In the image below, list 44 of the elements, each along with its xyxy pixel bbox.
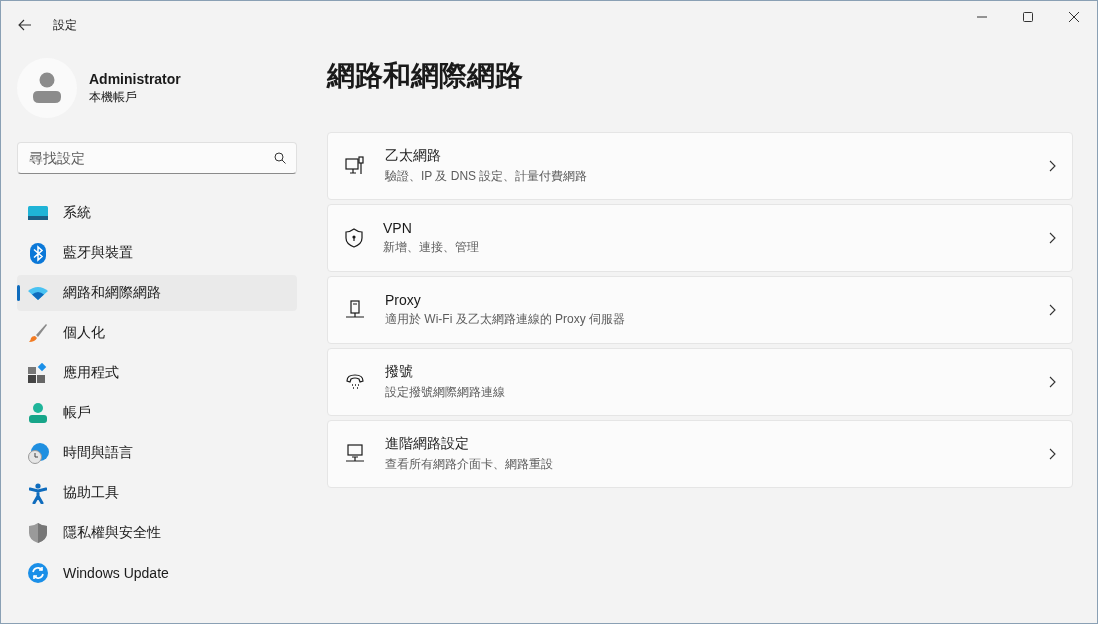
chevron-icon — [1049, 448, 1056, 460]
sidebar-item[interactable]: Windows Update — [17, 555, 297, 591]
server-icon — [345, 300, 365, 320]
chevron-icon — [1049, 232, 1056, 244]
back-arrow-icon — [18, 19, 32, 31]
sidebar-item[interactable]: 系統 — [17, 195, 297, 231]
person-icon — [29, 403, 47, 423]
accessibility-icon — [29, 482, 47, 504]
sidebar-item[interactable]: 協助工具 — [17, 475, 297, 511]
network-computer-icon — [345, 444, 365, 464]
page-title: 網路和網際網路 — [327, 59, 524, 93]
maximize-icon — [1023, 12, 1033, 22]
sidebar-item[interactable]: 帳戶 — [17, 395, 297, 431]
computer-icon — [345, 156, 365, 176]
sidebar-item[interactable]: 時間與語言 — [17, 435, 297, 471]
account-name: Administrator — [89, 70, 181, 87]
phone-icon — [345, 373, 365, 391]
chevron-icon — [1049, 160, 1056, 172]
close-icon — [1069, 12, 1079, 22]
settings-card[interactable]: Proxy 適用於 Wi-Fi 及乙太網路連線的 Proxy 伺服器 — [327, 276, 1073, 344]
shield-icon — [345, 228, 363, 248]
sidebar-item[interactable]: 應用程式 — [17, 355, 297, 391]
monitor-icon — [28, 206, 48, 220]
settings-card[interactable]: VPN 新增、連接、管理 — [327, 204, 1073, 272]
chevron-icon — [1049, 376, 1056, 388]
chevron-icon — [1049, 304, 1056, 316]
apps-icon — [28, 363, 48, 383]
account-type: 本機帳戶 — [89, 88, 138, 106]
sidebar-item[interactable]: 個人化 — [17, 315, 297, 351]
sidebar-item[interactable]: 隱私權與安全性 — [17, 515, 297, 551]
brush-icon — [28, 323, 48, 343]
search-field[interactable]: 尋找設定 — [17, 142, 297, 174]
shield-icon — [29, 523, 47, 543]
settings-card[interactable]: 撥號 設定撥號網際網路連線 — [327, 348, 1073, 416]
globe-clock-icon — [27, 442, 49, 464]
settings-card[interactable]: 進階網路設定 查看所有網路介面卡、網路重設 — [327, 420, 1073, 488]
window-title: 設定 — [53, 16, 77, 34]
bluetooth-icon — [30, 242, 46, 264]
sidebar-item[interactable]: 網路和網際網路 — [17, 275, 297, 311]
settings-card[interactable]: 乙太網路 驗證、IP 及 DNS 設定、計量付費網路 — [327, 132, 1073, 200]
wifi-icon — [28, 286, 48, 300]
search-icon — [274, 152, 286, 164]
sidebar-item[interactable]: 藍牙與裝置 — [17, 235, 297, 271]
update-icon — [28, 563, 48, 583]
